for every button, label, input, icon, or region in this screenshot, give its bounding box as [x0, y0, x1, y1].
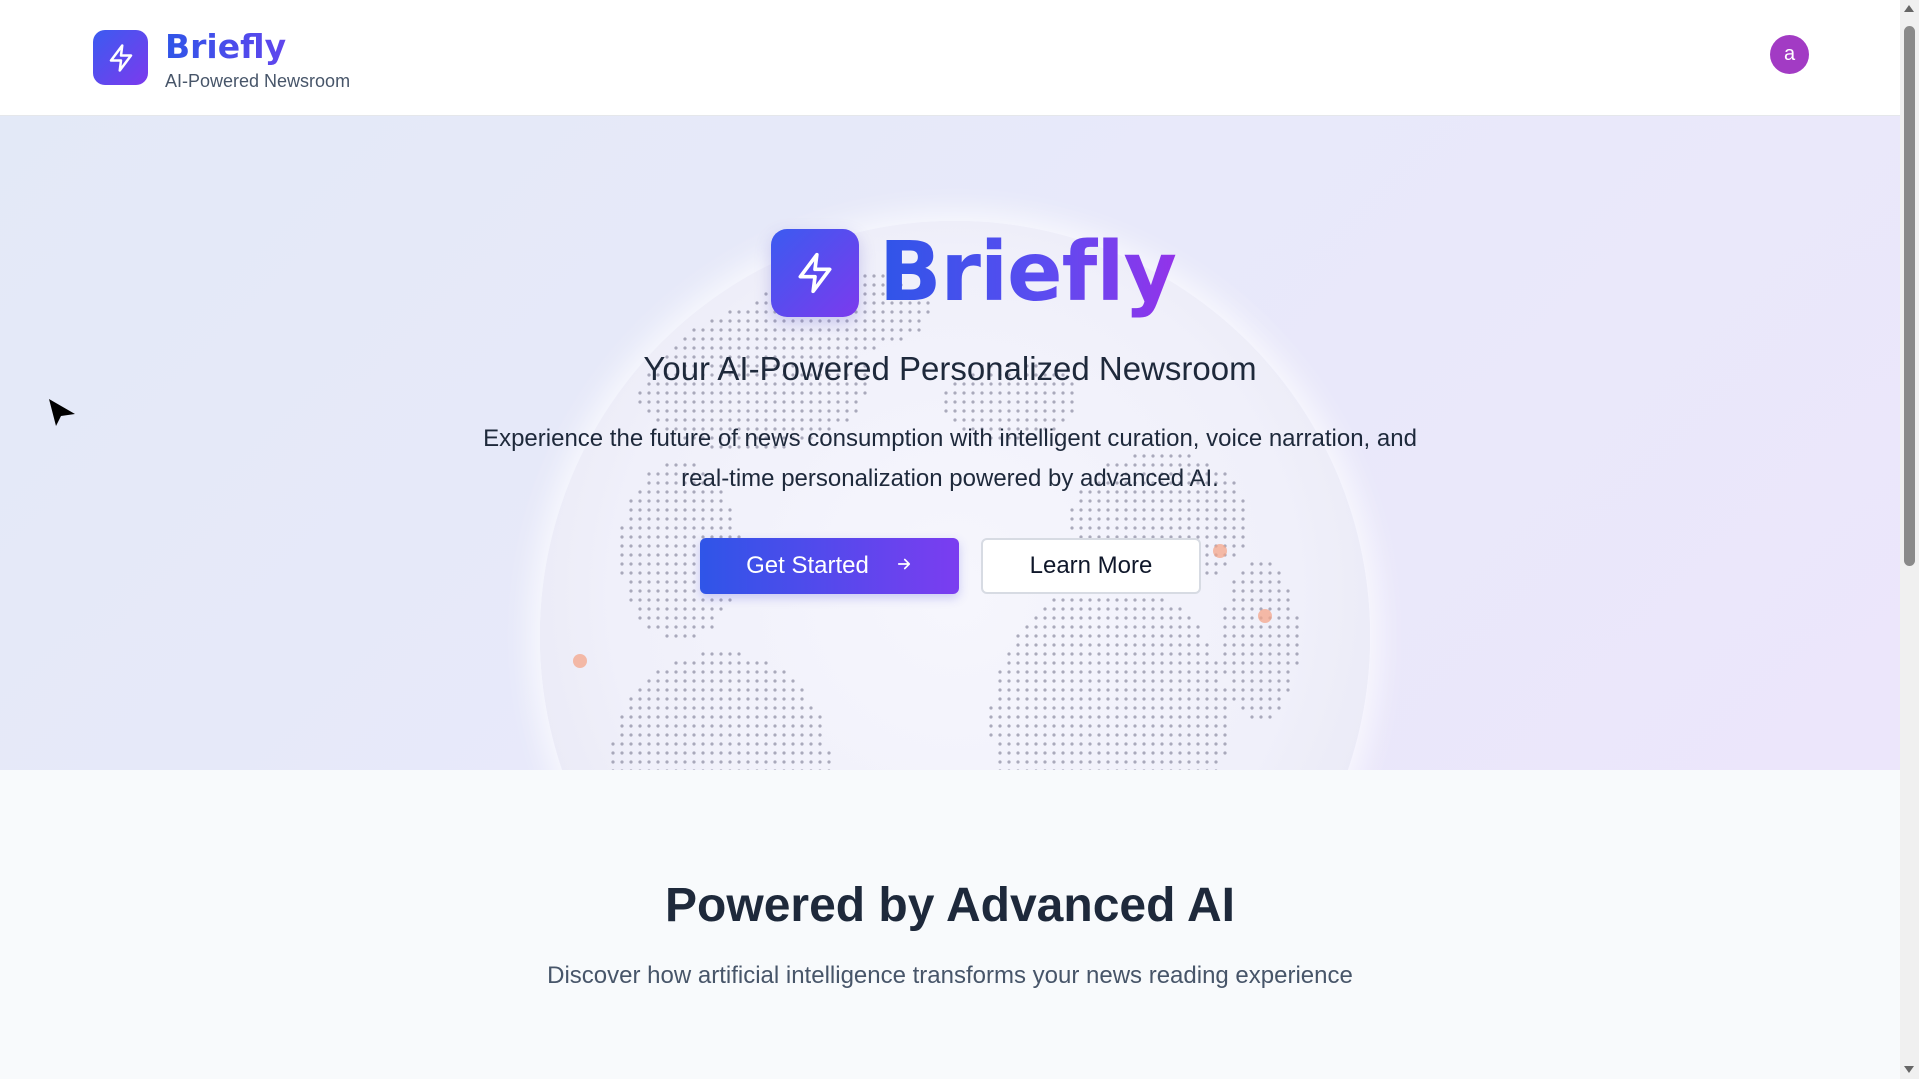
brand[interactable]: Briefly AI-Powered Newsroom: [93, 27, 351, 92]
arrow-right-icon: [895, 553, 913, 579]
brand-name: Briefly: [165, 27, 350, 67]
features-title: Powered by Advanced AI: [665, 879, 1235, 932]
page-scrollbar[interactable]: [1900, 0, 1919, 1079]
hero-logo: Briefly: [771, 225, 1177, 320]
lightning-bolt-icon: [771, 229, 859, 317]
scroll-up-arrow-icon[interactable]: [1904, 5, 1914, 12]
scrollbar-thumb[interactable]: [1904, 26, 1915, 566]
user-avatar[interactable]: a: [1770, 35, 1809, 74]
get-started-label: Get Started: [746, 552, 869, 579]
hero-description: Experience the future of news consumptio…: [483, 425, 1417, 492]
scroll-down-arrow-icon[interactable]: [1904, 1066, 1914, 1073]
features-subtitle: Discover how artificial intelligence tra…: [547, 962, 1353, 989]
hero-section: Briefly Your AI-Powered Personalized New…: [0, 116, 1900, 770]
hero-tagline: Your AI-Powered Personalized Newsroom: [643, 350, 1257, 387]
top-header: Briefly AI-Powered Newsroom a: [0, 0, 1900, 116]
mouse-pointer-icon: [47, 397, 79, 431]
lightning-bolt-icon: [93, 30, 148, 85]
get-started-button[interactable]: Get Started: [700, 538, 959, 594]
learn-more-button[interactable]: Learn More: [981, 538, 1201, 594]
brand-subtitle: AI-Powered Newsroom: [165, 71, 351, 91]
hero-title: Briefly: [879, 225, 1177, 320]
